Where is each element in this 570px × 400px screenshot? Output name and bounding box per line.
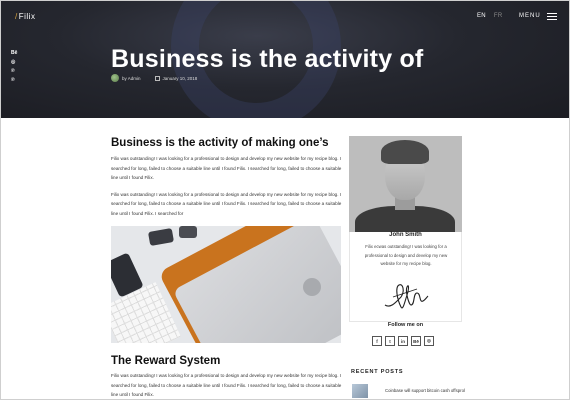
article-section: The Reward System Filix was outstanding!… — [111, 355, 343, 399]
apple-logo-icon — [303, 278, 321, 296]
article-intro: Business is the activity of making one’s… — [111, 137, 343, 225]
item — [179, 226, 197, 238]
hair — [381, 140, 429, 164]
hamburger-icon[interactable] — [547, 13, 557, 20]
menu-label[interactable]: MENU — [519, 13, 541, 19]
author-photo — [349, 136, 462, 232]
twitter-icon[interactable]: t — [385, 336, 395, 346]
item — [147, 228, 175, 246]
article-image — [111, 226, 341, 343]
recent-posts-heading: RECENT POSTS — [351, 369, 404, 375]
dribbble-icon[interactable]: ◎ — [424, 336, 434, 346]
side-social-links: Bē ◎ ℗ ℗ — [11, 50, 17, 83]
page-frame: /Filix EN FR MENU Bē ◎ ℗ ℗ Business is t… — [0, 0, 570, 400]
lang-fr[interactable]: FR — [494, 13, 503, 19]
signature-image — [384, 284, 429, 309]
author-name: John Smith — [389, 232, 422, 238]
recent-post-title[interactable]: Coinbase will support bitcoin cash offsp… — [385, 387, 465, 394]
behance-icon[interactable]: Bē — [11, 50, 17, 56]
follow-social-links: f t in Bē ◎ — [372, 336, 434, 346]
post-date: January 10, 2018 — [162, 75, 198, 81]
pinterest-alt-icon[interactable]: ℗ — [11, 77, 17, 83]
author-bio: Filix ecwas outstanding! I was looking f… — [364, 244, 448, 266]
avatar — [111, 74, 119, 82]
follow-heading: Follow me on — [387, 322, 424, 328]
logo[interactable]: /Filix — [15, 12, 35, 21]
logo-slash: / — [15, 12, 18, 21]
page-title: Business is the activity of — [111, 45, 424, 73]
lang-en[interactable]: EN — [477, 13, 486, 19]
calendar-icon — [154, 75, 160, 81]
article-paragraph: Filix was outstanding! I was looking for… — [111, 191, 342, 216]
recent-post-thumbnail[interactable] — [352, 384, 368, 398]
section-heading: The Reward System — [111, 355, 221, 367]
article-paragraph: Filix was outstanding! I was looking for… — [111, 373, 342, 397]
language-switcher: EN FR — [477, 13, 509, 19]
hero-banner: /Filix EN FR MENU Bē ◎ ℗ ℗ Business is t… — [1, 1, 569, 118]
dribbble-icon[interactable]: ◎ — [11, 59, 17, 65]
pinterest-icon[interactable]: ℗ — [11, 68, 17, 74]
article-heading: Business is the activity of making one’s — [111, 137, 329, 149]
linkedin-icon[interactable]: in — [398, 336, 408, 346]
behance-icon[interactable]: Bē — [411, 336, 421, 346]
article-paragraph: Filix was outstanding! I was looking for… — [111, 156, 342, 180]
logo-text: Filix — [18, 12, 36, 21]
facebook-icon[interactable]: f — [372, 336, 382, 346]
post-author[interactable]: by Admin — [122, 76, 141, 81]
post-meta: by Admin January 10, 2018 — [111, 74, 197, 82]
